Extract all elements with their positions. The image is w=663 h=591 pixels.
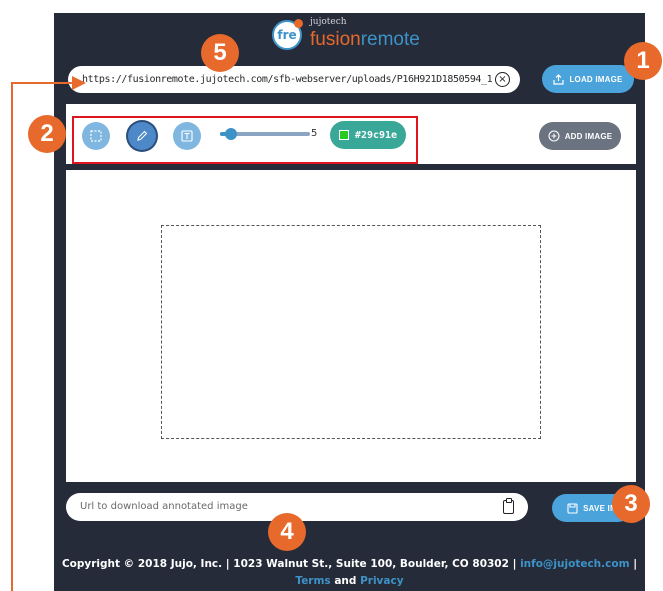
load-image-button[interactable]: LOAD IMAGE bbox=[542, 65, 634, 93]
upload-icon bbox=[553, 73, 565, 85]
callout-badge-1: 1 bbox=[624, 42, 662, 80]
company-name: jujotech bbox=[310, 17, 347, 27]
drawn-rectangle[interactable] bbox=[161, 225, 541, 439]
privacy-link[interactable]: Privacy bbox=[360, 575, 403, 587]
image-url-value[interactable]: https://fusionremote.jujotech.com/sfb-we… bbox=[82, 66, 492, 93]
footer-email-link[interactable]: info@jujotech.com bbox=[520, 558, 629, 570]
plus-circle-icon bbox=[548, 130, 560, 142]
footer: Copyright © 2018 Jujo, Inc. | 1023 Walnu… bbox=[54, 556, 645, 590]
footer-separator: | bbox=[633, 558, 638, 570]
close-circle-icon[interactable]: × bbox=[495, 72, 510, 87]
add-image-button[interactable]: ADD IMAGE bbox=[539, 122, 621, 150]
footer-copyright: Copyright © 2018 Jujo, Inc. | 1023 Walnu… bbox=[61, 558, 517, 570]
download-url-placeholder: Url to download annotated image bbox=[80, 501, 248, 512]
product-name-part2: remote bbox=[360, 29, 420, 50]
callout-arrow-line bbox=[11, 82, 13, 591]
footer-line-1: Copyright © 2018 Jujo, Inc. | 1023 Walnu… bbox=[54, 556, 645, 573]
floppy-disk-icon bbox=[567, 502, 578, 514]
tools-highlight-box bbox=[72, 116, 418, 164]
callout-arrow-head bbox=[72, 76, 86, 90]
clipboard-icon[interactable] bbox=[503, 498, 514, 514]
product-name: fusionremote bbox=[310, 29, 420, 51]
logo-icon: fre bbox=[272, 19, 303, 50]
load-image-label: LOAD IMAGE bbox=[569, 74, 623, 84]
callout-badge-3: 3 bbox=[612, 485, 650, 523]
add-image-label: ADD IMAGE bbox=[564, 131, 613, 141]
callout-badge-2: 2 bbox=[28, 115, 66, 153]
callout-arrow-line bbox=[11, 82, 75, 84]
image-url-field[interactable]: https://fusionremote.jujotech.com/sfb-we… bbox=[68, 66, 520, 93]
callout-badge-5: 5 bbox=[201, 34, 239, 72]
footer-line-2: Terms and Privacy bbox=[54, 573, 645, 590]
product-name-part1: fusion bbox=[310, 29, 361, 50]
terms-link[interactable]: Terms bbox=[295, 575, 330, 587]
callout-badge-4: 4 bbox=[268, 513, 306, 551]
footer-and: and bbox=[334, 575, 357, 587]
